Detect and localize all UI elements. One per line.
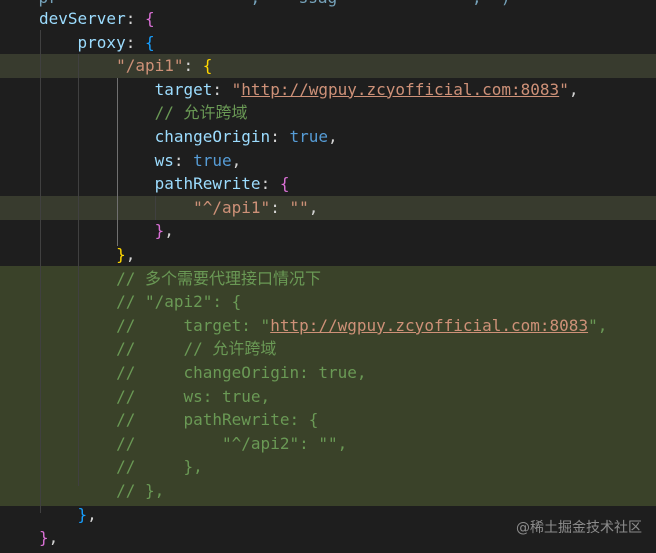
code-token: target — [154, 79, 213, 99]
code-token: : — [212, 79, 232, 99]
code-line[interactable]: // 多个需要代理接口情况下 — [39, 267, 321, 291]
code-token: { — [279, 174, 290, 194]
code-token: // pathRewrite: { — [116, 410, 319, 430]
code-token: ws — [154, 150, 174, 170]
code-line[interactable]: proxy: { — [39, 31, 155, 55]
code-token: , — [327, 127, 338, 146]
code-token: : — [260, 174, 280, 194]
code-token: , — [164, 221, 174, 241]
code-line[interactable]: // changeOrigin: true, — [39, 361, 367, 385]
code-line[interactable]: // ws: true, — [39, 385, 270, 409]
code-token: // 允许跨域 — [154, 103, 248, 123]
code-token: { — [144, 32, 155, 52]
code-token: : — [270, 197, 290, 217]
code-token: , — [308, 197, 319, 217]
code-line[interactable]: "^/api1": "", — [39, 196, 318, 220]
code-token: // "/api2": { — [116, 292, 242, 312]
url-link[interactable]: http://wgpuy.zcyofficial.com:8083 — [241, 80, 559, 99]
code-editor[interactable]: pr , ssag , ) devServer: { proxy: { "/ap… — [0, 0, 656, 553]
code-line[interactable]: // }, — [39, 455, 203, 479]
code-token: { — [144, 9, 155, 28]
code-line[interactable]: // 允许跨域 — [39, 101, 248, 125]
code-token: , — [87, 504, 97, 524]
code-token: proxy — [77, 32, 126, 52]
code-line[interactable]: "/api1": { — [39, 54, 212, 78]
code-token: : — [183, 56, 203, 76]
code-line[interactable]: }, — [39, 243, 135, 267]
code-line[interactable]: // }, — [39, 479, 164, 503]
code-line[interactable]: // // 允许跨域 — [39, 337, 276, 361]
code-token: true — [289, 127, 328, 146]
code-line[interactable]: // pathRewrite: { — [39, 408, 318, 432]
code-token: { — [202, 56, 213, 76]
code-token: } — [77, 504, 88, 524]
code-line[interactable]: }, — [39, 526, 58, 550]
code-token: " — [231, 79, 242, 99]
code-token: devServer — [39, 9, 126, 28]
code-token: ", — [588, 315, 608, 335]
code-line[interactable]: // target: "http://wgpuy.zcyofficial.com… — [39, 314, 607, 338]
code-line[interactable]: ws: true, — [39, 149, 242, 173]
code-line[interactable]: target: "http://wgpuy.zcyofficial.com:80… — [39, 78, 579, 102]
code-token: : — [173, 150, 194, 170]
code-token: true — [193, 150, 232, 170]
code-token: // }, — [116, 481, 165, 500]
code-token: pathRewrite — [154, 174, 261, 194]
code-token: , — [231, 150, 242, 170]
watermark: @稀土掘金技术社区 — [516, 520, 642, 536]
code-token: , — [568, 79, 579, 99]
code-token: // changeOrigin: true, — [116, 363, 367, 382]
code-line[interactable]: devServer: { — [39, 7, 155, 31]
code-token: } — [39, 528, 49, 548]
code-token: : — [270, 127, 290, 146]
code-line[interactable]: }, — [39, 503, 97, 527]
code-line[interactable]: // "/api2": { — [39, 290, 241, 314]
code-token: } — [154, 221, 165, 241]
code-line[interactable]: }, — [39, 219, 174, 243]
code-line[interactable]: changeOrigin: true, — [39, 125, 338, 149]
code-token: : — [125, 32, 145, 52]
code-token: changeOrigin — [154, 127, 271, 146]
code-token: "/api1" — [116, 56, 184, 76]
code-token: : — [125, 9, 145, 28]
url-link[interactable]: http://wgpuy.zcyofficial.com:8083 — [270, 316, 588, 335]
code-token: } — [116, 245, 126, 264]
code-token: // target: " — [116, 315, 271, 335]
code-token: // }, — [116, 457, 203, 477]
code-line[interactable]: pathRewrite: { — [39, 172, 290, 196]
code-token: // ws: true, — [116, 386, 271, 406]
code-token: " — [559, 79, 569, 99]
code-line[interactable]: // "^/api2": "", — [39, 432, 347, 456]
code-token: , — [48, 528, 59, 548]
code-token: "^/api1" — [193, 197, 271, 217]
code-token: // "^/api2": "", — [116, 433, 348, 453]
code-token: // // 允许跨域 — [116, 339, 277, 359]
code-token: // 多个需要代理接口情况下 — [116, 268, 321, 288]
code-token: , — [125, 245, 136, 264]
code-token: "" — [289, 197, 309, 217]
